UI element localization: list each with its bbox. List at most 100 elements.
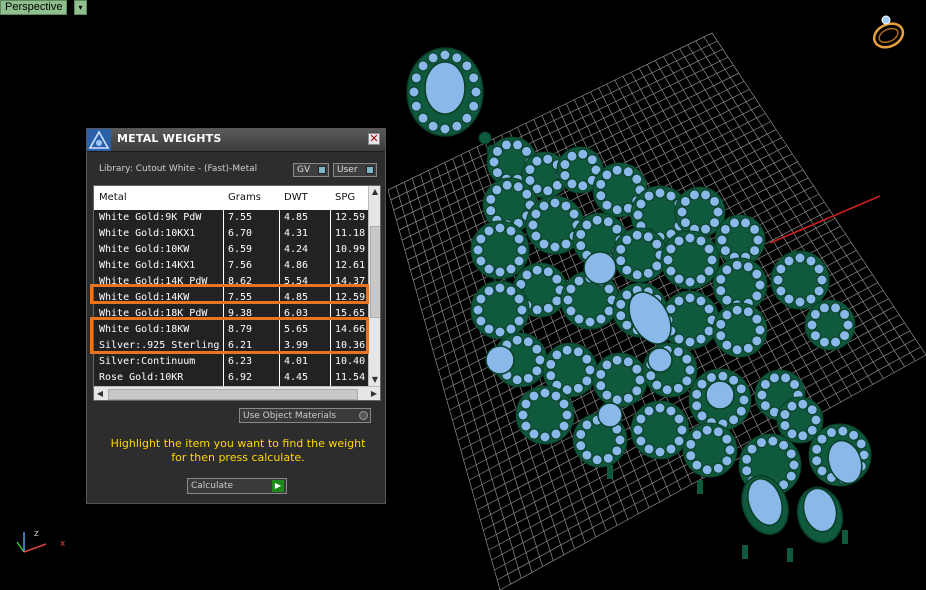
cell-grams: 7.56 <box>228 260 253 271</box>
use-object-materials-toggle[interactable]: Use Object Materials <box>239 408 371 423</box>
table-body: White Gold:9K PdW 7.55 4.85 12.59 White Gold… <box>94 210 368 386</box>
user-toggle[interactable]: User <box>333 163 377 177</box>
cell-metal: White Gold:14KX1 <box>99 260 196 271</box>
axis-z-label: z <box>34 529 39 539</box>
use-object-materials-label: Use Object Materials <box>243 411 337 421</box>
cell-metal: White Gold:10KX1 <box>99 228 196 239</box>
horizontal-scroll-thumb[interactable] <box>108 389 358 400</box>
cell-spg: 11.54 <box>335 372 366 383</box>
panel-header[interactable]: METAL WEIGHTS ✕ <box>87 129 385 152</box>
table-row[interactable]: White Gold:18K PdW 9.38 6.03 15.65 <box>94 306 368 322</box>
matrix-logo-icon <box>87 129 111 151</box>
cell-dwt: 4.45 <box>284 372 309 383</box>
calculate-label: Calculate <box>191 481 234 491</box>
cell-metal: White Gold:18K PdW <box>99 308 208 319</box>
column-header-grams[interactable]: Grams <box>228 192 261 203</box>
cell-grams: 9.38 <box>228 308 253 319</box>
cell-spg: 10.36 <box>335 340 366 351</box>
cell-spg: 12.59 <box>335 212 366 223</box>
cell-metal: White Gold:14KW <box>99 292 190 303</box>
cell-dwt: 4.85 <box>284 212 309 223</box>
cell-dwt: 4.85 <box>284 292 309 303</box>
axis-gizmo: z x <box>16 529 66 553</box>
radio-indicator-icon <box>359 411 368 420</box>
table-row[interactable]: White Gold:14KX1 7.56 4.86 12.61 <box>94 258 368 274</box>
cell-spg: 10.40 <box>335 356 366 367</box>
cell-metal: Silver:Continuum <box>99 356 196 367</box>
cell-spg: 11.18 <box>335 228 366 239</box>
cell-dwt: 4.86 <box>284 260 309 271</box>
cell-metal: White Gold:14K PdW <box>99 276 208 287</box>
gv-label: GV <box>297 165 311 175</box>
gv-toggle[interactable]: GV <box>293 163 329 177</box>
user-label: User <box>337 165 358 175</box>
calculate-button[interactable]: Calculate ▶ <box>187 478 287 494</box>
cell-grams: 7.55 <box>228 292 253 303</box>
vertical-scroll-thumb[interactable] <box>370 226 380 318</box>
column-header-metal[interactable]: Metal <box>99 192 127 203</box>
column-header-dwt[interactable]: DWT <box>284 192 308 203</box>
cell-dwt: 4.01 <box>284 356 309 367</box>
cell-grams: 6.59 <box>228 244 253 255</box>
cell-grams: 7.55 <box>228 212 253 223</box>
instruction-text: Highlight the item you want to find the … <box>103 437 373 465</box>
table-header: Metal Grams DWT SPG <box>94 186 368 210</box>
table-row[interactable]: Rose Gold:10KR 6.92 4.45 11.54 <box>94 370 368 386</box>
cell-spg: 12.61 <box>335 260 366 271</box>
cell-grams: 8.62 <box>228 276 253 287</box>
play-icon: ▶ <box>272 480 284 492</box>
column-divider <box>223 186 224 386</box>
table-row[interactable]: Silver:.925 Sterling 6.21 3.99 10.36 <box>94 338 368 354</box>
cell-spg: 12.59 <box>335 292 366 303</box>
table-row[interactable]: White Gold:10KX1 6.70 4.31 11.18 <box>94 226 368 242</box>
view-menu-button[interactable]: ▾ <box>74 0 87 15</box>
cell-grams: 6.70 <box>228 228 253 239</box>
cell-spg: 14.66 <box>335 324 366 335</box>
cell-dwt: 5.54 <box>284 276 309 287</box>
cell-grams: 6.92 <box>228 372 253 383</box>
axis-x-label: x <box>60 539 66 549</box>
column-header-spg[interactable]: SPG <box>335 192 355 203</box>
cell-metal: Silver:.925 Sterling <box>99 340 220 351</box>
table-row[interactable]: White Gold:10KW 6.59 4.24 10.99 <box>94 242 368 258</box>
cell-grams: 6.21 <box>228 340 253 351</box>
table-row[interactable]: Silver:Continuum 6.23 4.01 10.40 <box>94 354 368 370</box>
cell-metal: White Gold:10KW <box>99 244 190 255</box>
cell-dwt: 3.99 <box>284 340 309 351</box>
cell-grams: 8.79 <box>228 324 253 335</box>
instruction-line-2: for then press calculate. <box>171 451 305 464</box>
vertical-scrollbar[interactable]: ▲ ▼ <box>368 186 380 386</box>
table-row[interactable]: White Gold:18KW 8.79 5.65 14.66 <box>94 322 368 338</box>
scroll-left-icon[interactable]: ◀ <box>95 388 105 400</box>
cell-spg: 14.37 <box>335 276 366 287</box>
close-icon: ✕ <box>369 132 379 145</box>
cell-dwt: 5.65 <box>284 324 309 335</box>
scroll-right-icon[interactable]: ▶ <box>369 388 379 400</box>
cell-dwt: 4.31 <box>284 228 309 239</box>
cell-spg: 15.65 <box>335 308 366 319</box>
table-row[interactable]: White Gold:14KW 7.55 4.85 12.59 <box>94 290 368 306</box>
table-row[interactable]: White Gold:9K PdW 7.55 4.85 12.59 <box>94 210 368 226</box>
metal-table[interactable]: Metal Grams DWT SPG White Gold:9K PdW 7.5… <box>93 185 381 401</box>
horizontal-scrollbar[interactable]: ◀ ▶ <box>94 386 380 400</box>
user-toggle-icon <box>366 166 374 174</box>
chevron-down-icon: ▾ <box>78 3 83 12</box>
panel-title: METAL WEIGHTS <box>117 132 222 145</box>
cell-dwt: 4.24 <box>284 244 309 255</box>
ring-view-icon[interactable] <box>870 15 906 52</box>
cell-dwt: 6.03 <box>284 308 309 319</box>
close-button[interactable]: ✕ <box>368 133 380 145</box>
cell-grams: 6.23 <box>228 356 253 367</box>
table-row[interactable]: White Gold:14K PdW 8.62 5.54 14.37 <box>94 274 368 290</box>
column-divider <box>330 186 331 386</box>
instruction-line-1: Highlight the item you want to find the … <box>110 437 366 450</box>
column-divider <box>279 186 280 386</box>
metal-weights-panel: METAL WEIGHTS ✕ Library: Cutout White - … <box>86 128 386 504</box>
cell-spg: 10.99 <box>335 244 366 255</box>
viewport-label[interactable]: Perspective <box>0 0 68 15</box>
scroll-up-icon[interactable]: ▲ <box>370 186 380 198</box>
cell-metal: White Gold:9K PdW <box>99 212 202 223</box>
scroll-down-icon[interactable]: ▼ <box>370 374 380 386</box>
cell-metal: White Gold:18KW <box>99 324 190 335</box>
gv-toggle-icon <box>318 166 326 174</box>
